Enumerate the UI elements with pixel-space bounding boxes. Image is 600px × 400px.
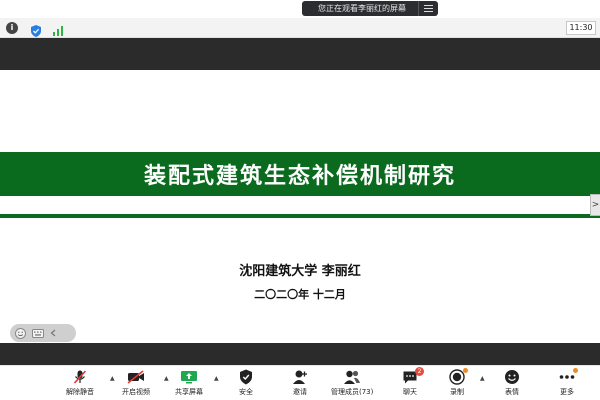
floating-controls[interactable] [10,324,76,342]
security-label: 安全 [239,388,253,396]
share-options-icon[interactable]: ▲ [214,375,219,382]
camera-off-icon [127,369,145,385]
more-button[interactable]: 更多 [558,368,578,397]
security-shield-icon [237,369,255,385]
share-screen-icon [180,369,198,385]
share-screen-label: 共享屏幕 [175,388,203,396]
unmute-button[interactable]: 解除静音 [66,369,94,397]
invite-user-icon [291,369,309,385]
video-letterbox-top [0,38,600,70]
manage-members-button[interactable]: 管理成员(73) [331,369,373,397]
record-options-icon[interactable]: ▲ [480,375,485,382]
share-screen-button[interactable]: 共享屏幕 [175,369,203,397]
slide-date: 二〇二〇年 十二月 [254,288,346,301]
chat-label: 聊天 [403,388,417,396]
unmute-label: 解除静音 [66,388,94,396]
chevron-right-icon: > [591,200,600,210]
start-video-button[interactable]: 开启视频 [122,369,150,397]
start-video-label: 开启视频 [122,388,150,396]
side-panel-toggle[interactable]: > [590,194,600,216]
reactions-label: 表情 [505,388,519,396]
shared-screen-slide: 装配式建筑生态补偿机制研究 沈阳建筑大学 李丽红 二〇二〇年 十二月 > [0,70,600,343]
record-indicator-dot [463,368,468,373]
members-icon [343,369,361,385]
clock-display: 11:30 [566,21,596,35]
slide-title-bar: 装配式建筑生态补偿机制研究 [0,152,600,196]
chat-button[interactable]: 2 聊天 [401,367,424,397]
security-button[interactable]: 安全 [237,369,255,397]
video-options-icon[interactable]: ▲ [164,375,169,382]
viewing-banner[interactable]: 您正在观看李丽红的屏幕 [302,1,438,16]
slide-divider [0,214,600,218]
chat-unread-badge: 2 [415,367,424,376]
status-bar: i 11:30 [0,18,600,38]
chevron-left-icon[interactable] [50,329,56,337]
record-button[interactable]: 录制 [448,368,468,397]
microphone-muted-icon [71,369,89,385]
more-indicator-dot [573,368,578,373]
meeting-window: 您正在观看李丽红的屏幕 i 11:30 装配式建筑生态补偿机制研究 沈阳建筑大学… [0,0,600,400]
reactions-button[interactable]: 表情 [503,369,521,397]
invite-button[interactable]: 邀请 [291,369,309,397]
keyboard-icon[interactable] [32,328,44,338]
emoji-icon [503,369,521,385]
manage-members-label: 管理成员(73) [331,388,374,396]
more-label: 更多 [560,388,574,396]
more-icon [558,368,578,385]
video-letterbox-bottom [0,343,600,365]
info-icon[interactable]: i [6,22,18,34]
signal-icon[interactable] [52,22,64,36]
record-label: 录制 [450,388,464,396]
smile-icon[interactable] [15,327,26,339]
record-icon [448,368,468,385]
chat-icon: 2 [401,367,424,385]
slide-author: 沈阳建筑大学 李丽红 [239,264,361,279]
audio-options-icon[interactable]: ▲ [110,375,115,382]
meeting-toolbar: 解除静音 ▲ 开启视频 ▲ 共享屏幕 ▲ 安全 邀请 管理成员(73) 2 聊天… [0,365,600,400]
invite-label: 邀请 [293,388,307,396]
slide-title: 装配式建筑生态补偿机制研究 [143,164,456,189]
viewing-banner-text: 您正在观看李丽红的屏幕 [318,4,406,13]
menu-icon[interactable] [418,1,438,16]
shield-icon[interactable] [30,22,42,37]
